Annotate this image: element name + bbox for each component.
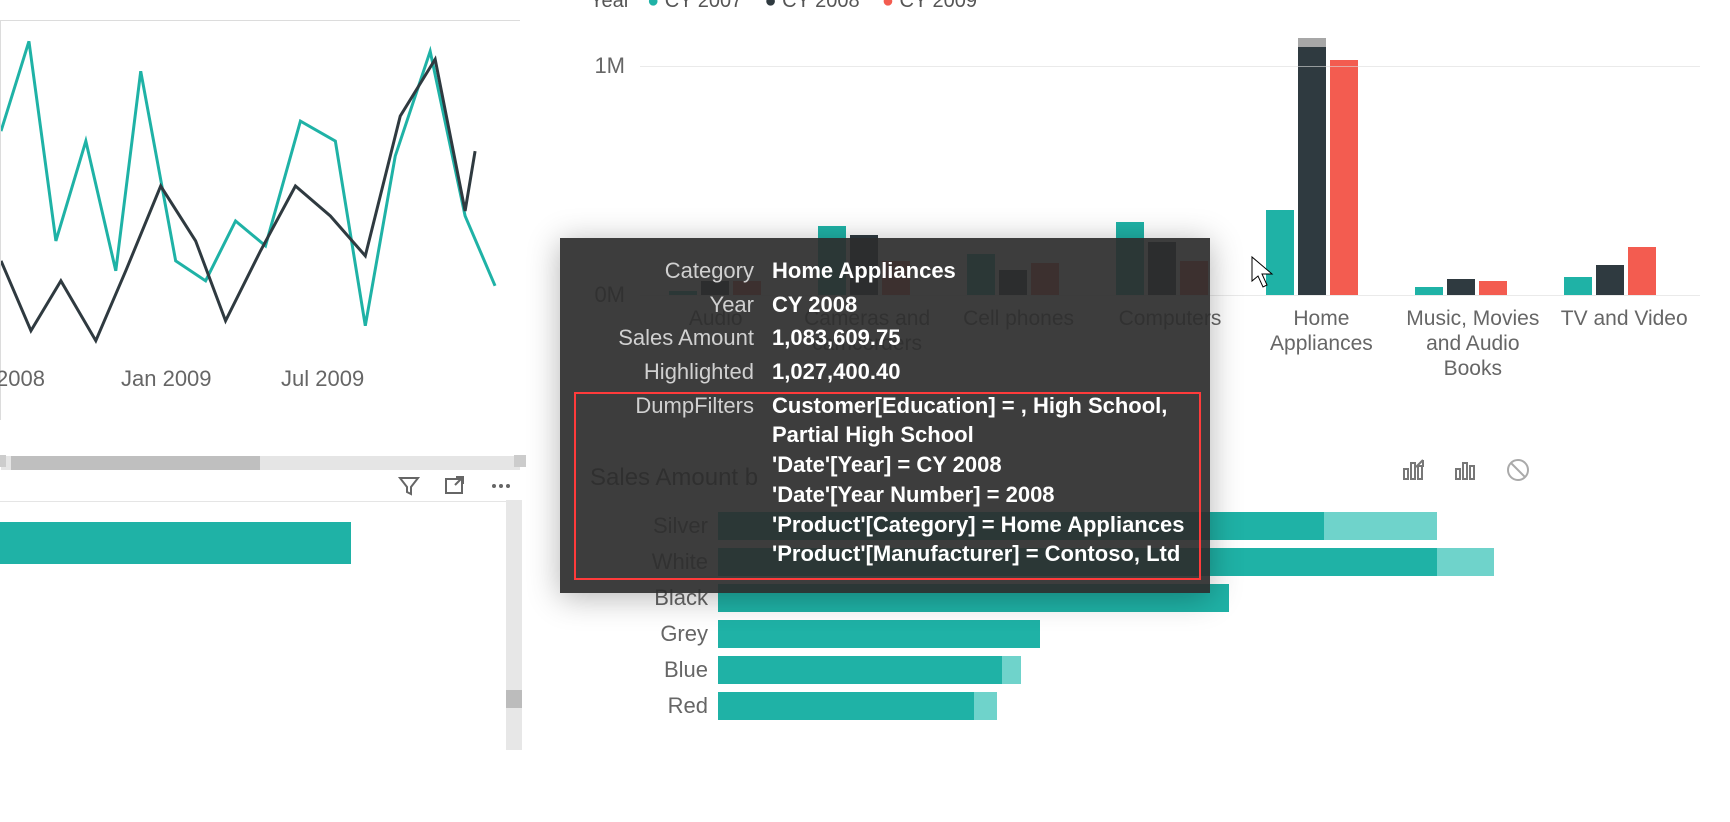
tooltip-value: CY 2008 [772,290,1186,320]
hbar-track [718,692,1570,720]
x-tick: Home Appliances [1246,300,1397,382]
hbar-label: Red [590,693,718,719]
line-chart-plot [1,21,520,361]
hbar-row[interactable]: Red [590,688,1570,724]
hbar-row[interactable]: Grey [590,616,1570,652]
x-tick: Jul 2009 [281,366,364,392]
tooltip-label: Category [584,256,772,286]
scrollbar-thumb[interactable] [506,690,522,708]
bar[interactable] [1415,287,1443,295]
bar-group[interactable] [1536,20,1685,295]
bar[interactable] [1447,279,1475,295]
hbar-segment-primary [718,656,1002,684]
bar-highlight-cap [1298,38,1326,46]
annotation-highlight-box [574,392,1201,580]
hbar-segment-secondary [1002,656,1021,684]
gridline [640,66,1700,67]
bar[interactable] [1564,277,1592,295]
tooltip-label: Year [584,290,772,320]
hbar-segment-primary [718,692,974,720]
visual-selection-handles[interactable] [0,460,520,502]
tooltip-value: Home Appliances [772,256,1186,286]
bar[interactable] [1298,47,1326,295]
bottom-left-bar-visual[interactable] [0,522,355,570]
tooltip-value: 1,027,400.40 [772,357,1186,387]
bar-segment [0,522,351,564]
hbar-row[interactable]: Blue [590,652,1570,688]
hbar-segment-secondary [1437,548,1494,576]
vertical-scrollbar[interactable] [506,500,522,750]
legend-item: CY 2008 [782,0,859,12]
more-options-icon[interactable] [488,473,514,499]
hbar-segment-secondary [974,692,998,720]
hbar-label: Blue [590,657,718,683]
mouse-cursor-icon [1250,255,1278,291]
x-tick: Music, Movies and Audio Books [1397,300,1548,382]
bar-group[interactable] [1237,20,1386,295]
bar[interactable] [1628,247,1656,295]
tooltip-label: Sales Amount [584,323,772,353]
legend-prefix: Year [590,0,630,12]
hbar-track [718,656,1570,684]
resize-handle[interactable] [514,455,526,467]
legend-item: CY 2007 [665,0,742,12]
tooltip-label: Highlighted [584,357,772,387]
bar[interactable] [1479,281,1507,295]
tooltip-value: 1,083,609.75 [772,323,1186,353]
hbar-track [718,620,1570,648]
hbar-segment-secondary [1324,512,1438,540]
line-series-b [1,59,475,340]
bar[interactable] [1596,265,1624,295]
x-tick: 2008 [0,366,45,392]
resize-handle[interactable] [0,455,6,467]
hbar-segment-primary [718,620,1040,648]
bar[interactable] [1330,60,1358,295]
x-tick: Jan 2009 [121,366,212,392]
legend-item: CY 2009 [900,0,977,12]
hbar-label: Grey [590,621,718,647]
filter-icon[interactable] [396,473,422,499]
focus-mode-icon[interactable] [442,473,468,499]
x-tick: TV and Video [1549,300,1700,382]
line-chart-visual[interactable]: 2008 Jan 2009 Jul 2009 [0,20,520,420]
report-canvas: 2008 Jan 2009 Jul 2009 Year ● CY 2007 ● … [0,0,1730,822]
legend: Year ● CY 2007 ● CY 2008 ● CY 2009 [590,0,977,13]
line-chart-x-axis: 2008 Jan 2009 Jul 2009 [1,366,520,406]
bar-group[interactable] [1386,20,1535,295]
